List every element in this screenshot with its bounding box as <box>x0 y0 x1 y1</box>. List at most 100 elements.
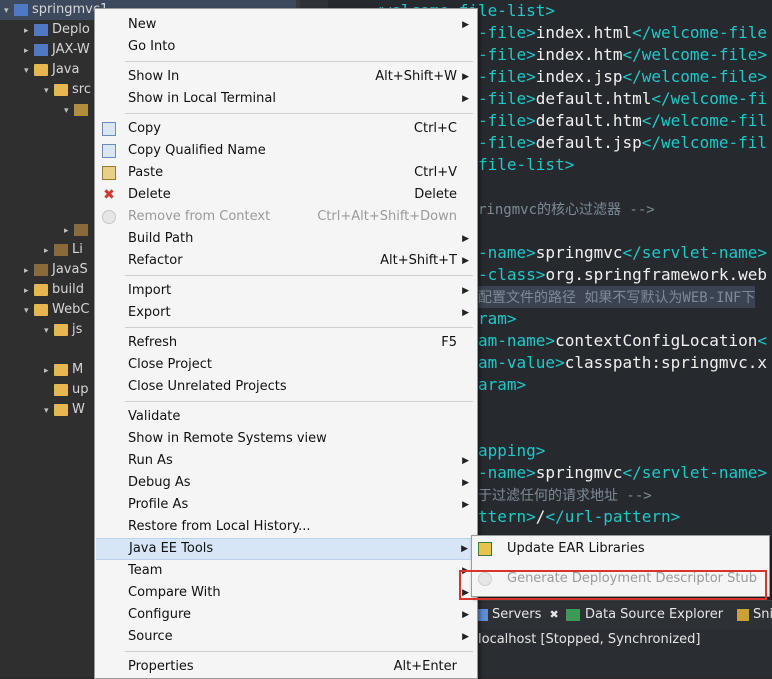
menu-item-label: Team <box>128 563 163 578</box>
menu-item-label: Paste <box>128 165 164 180</box>
tree-item[interactable]: ▸ build <box>24 280 84 300</box>
tree-item-label: up <box>72 382 89 397</box>
chevron-down-icon[interactable]: ▾ <box>24 301 34 321</box>
tree-item[interactable]: ▸ Li <box>44 240 83 260</box>
tab-snippets[interactable]: Snipp <box>737 601 772 629</box>
submenu-arrow-icon: ▶ <box>462 632 469 642</box>
tree-item[interactable]: ▾ springmvc1 <box>4 0 108 20</box>
chevron-right-icon[interactable]: ▸ <box>24 41 34 61</box>
tree-item[interactable]: ▸ Deplo <box>24 20 90 40</box>
chevron-down-icon[interactable]: ▾ <box>4 1 14 21</box>
menu-item-label: Import <box>128 283 172 298</box>
menu-item-properties[interactable]: Properties Alt+Enter <box>95 656 477 678</box>
paste-icon <box>102 166 116 180</box>
menu-item-refresh[interactable]: Refresh F5 <box>95 332 477 354</box>
tree-item[interactable]: ▸ <box>64 220 92 240</box>
menu-item-shortcut: Delete <box>414 187 457 202</box>
menu-item-validate[interactable]: Validate <box>95 406 477 428</box>
menu-item-label: Remove from Context <box>128 209 271 224</box>
menu-item-show-in-remote-systems-view[interactable]: Show in Remote Systems view <box>95 428 477 450</box>
tree-item[interactable]: ▸ JavaS <box>24 260 88 280</box>
chevron-right-icon[interactable]: ▸ <box>24 21 34 41</box>
menu-item-source[interactable]: Source ▶ <box>95 626 477 648</box>
snippets-icon <box>737 608 749 621</box>
copy-qualified-icon <box>102 144 116 158</box>
chevron-right-icon[interactable]: ▸ <box>24 281 34 301</box>
code-tag: </welcome-fil <box>641 111 767 130</box>
chevron-down-icon[interactable]: ▾ <box>24 61 34 81</box>
menu-item-build-path[interactable]: Build Path ▶ <box>95 228 477 250</box>
tree-item-label: Deplo <box>52 22 90 37</box>
tree-item[interactable]: ▸ JAX-W <box>24 40 90 60</box>
tree-item[interactable]: ▾ Java <box>24 60 79 80</box>
folder-icon <box>34 283 48 296</box>
menu-item-label: Build Path <box>128 231 194 246</box>
code-tag: -file> <box>478 45 536 64</box>
menu-item-debug-as[interactable]: Debug As ▶ <box>95 472 477 494</box>
menu-item-close-project[interactable]: Close Project <box>95 354 477 376</box>
tab-servers[interactable]: Servers ✖ <box>476 601 559 629</box>
menu-item-export[interactable]: Export ▶ <box>95 302 477 324</box>
menu-item-import[interactable]: Import ▶ <box>95 280 477 302</box>
chevron-right-icon[interactable]: ▸ <box>64 221 74 241</box>
code-tag: </welcome-fi <box>651 89 767 108</box>
menu-item-update-ear-libraries[interactable]: Update EAR Libraries <box>472 538 769 560</box>
menu-separator <box>125 61 473 62</box>
code-text: index.jsp <box>535 67 623 86</box>
menu-item-label: Go Into <box>128 39 176 54</box>
tree-item[interactable]: ▾ W <box>44 400 85 420</box>
close-icon[interactable]: ✖ <box>550 608 559 621</box>
menu-item-new[interactable]: New ▶ <box>95 14 477 36</box>
chevron-right-icon[interactable]: ▸ <box>44 361 54 381</box>
tree-item[interactable]: ▾ WebC <box>24 300 89 320</box>
menu-item-label: Delete <box>128 187 171 202</box>
code-line: ram> <box>478 308 517 330</box>
tree-item[interactable]: ▾ js <box>44 320 82 340</box>
code-text: org.springframework.web <box>545 265 767 284</box>
chevron-right-icon[interactable]: ▸ <box>24 261 34 281</box>
menu-item-run-as[interactable]: Run As ▶ <box>95 450 477 472</box>
menu-item-team[interactable]: Team ▶ <box>95 560 477 582</box>
menu-item-copy-qualified-name[interactable]: Copy Qualified Name <box>95 140 477 162</box>
code-tag: -file> <box>478 67 536 86</box>
menu-item-go-into[interactable]: Go Into <box>95 36 477 58</box>
folder-icon <box>54 403 68 416</box>
tree-item[interactable]: up <box>44 380 89 400</box>
menu-item-delete[interactable]: ✖ Delete Delete <box>95 184 477 206</box>
folder-icon <box>54 83 68 96</box>
annotation-highlight-box <box>459 570 767 600</box>
menu-item-java-ee-tools[interactable]: Java EE Tools ▶ <box>96 538 476 560</box>
menu-item-show-in-local-terminal[interactable]: Show in Local Terminal ▶ <box>95 88 477 110</box>
chevron-right-icon[interactable]: ▸ <box>44 241 54 261</box>
chevron-down-icon[interactable]: ▾ <box>64 101 74 121</box>
menu-item-close-unrelated-projects[interactable]: Close Unrelated Projects <box>95 376 477 398</box>
server-entry[interactable]: localhost [Stopped, Synchronized] <box>478 631 700 649</box>
submenu-arrow-icon: ▶ <box>462 500 469 510</box>
menu-item-paste[interactable]: Paste Ctrl+V <box>95 162 477 184</box>
menu-item-label: Compare With <box>128 585 221 600</box>
menu-item-profile-as[interactable]: Profile As ▶ <box>95 494 477 516</box>
menu-item-restore-from-local-history[interactable]: Restore from Local History... <box>95 516 477 538</box>
menu-item-remove-from-context[interactable]: Remove from Context Ctrl+Alt+Shift+Down <box>95 206 477 228</box>
tree-item-label: Li <box>72 242 83 257</box>
chevron-down-icon[interactable]: ▾ <box>44 321 54 341</box>
tree-item[interactable]: ▾ <box>64 100 92 120</box>
chevron-down-icon[interactable]: ▾ <box>44 81 54 101</box>
menu-item-configure[interactable]: Configure ▶ <box>95 604 477 626</box>
code-text: springmvc <box>535 463 623 482</box>
tab-data-source-explorer[interactable]: Data Source Explorer <box>566 601 723 629</box>
menu-item-show-in[interactable]: Show In Alt+Shift+W ▶ <box>95 66 477 88</box>
code-line: -name>springmvc</servlet-name> <box>478 462 767 484</box>
code-tag: apping> <box>478 441 546 460</box>
menu-item-copy[interactable]: Copy Ctrl+C <box>95 118 477 140</box>
library-icon <box>54 243 68 256</box>
code-tag: -file> <box>478 111 536 130</box>
code-line: apping> <box>478 440 545 462</box>
code-tag: -file> <box>478 133 536 152</box>
tree-item[interactable]: ▾ src <box>44 80 91 100</box>
code-text: contextConfigLocation <box>555 331 758 350</box>
menu-item-compare-with[interactable]: Compare With ▶ <box>95 582 477 604</box>
tree-item[interactable]: ▸ M <box>44 360 83 380</box>
menu-item-refactor[interactable]: Refactor Alt+Shift+T ▶ <box>95 250 477 272</box>
chevron-down-icon[interactable]: ▾ <box>44 401 54 421</box>
